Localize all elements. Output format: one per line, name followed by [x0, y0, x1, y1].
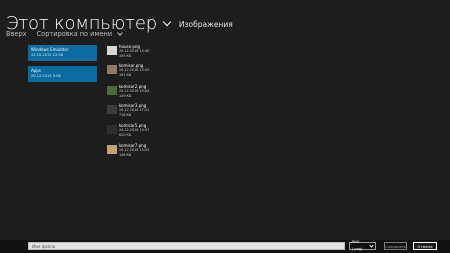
- image-thumbnail: [107, 105, 117, 114]
- toolbar: Вверх Сортировка по имени: [6, 30, 123, 38]
- file-date: 29.12.2016 15:40: [119, 49, 150, 53]
- file-item[interactable]: komisar.png 24.12.2016 15:05 192 КБ: [107, 63, 167, 79]
- sort-label: Сортировка по имени: [36, 30, 113, 38]
- file-date: 24.12.2016 15:05: [119, 68, 150, 72]
- chevron-down-icon[interactable]: [162, 17, 172, 27]
- image-thumbnail: [107, 46, 117, 55]
- file-item[interactable]: komisar2.png 24.12.2016 15:04 149 КБ: [107, 84, 167, 100]
- file-date: 24.12.2016 15:04: [119, 89, 150, 93]
- file-size: 718 КБ: [119, 113, 132, 117]
- file-size: 192 КБ: [119, 73, 132, 77]
- file-item[interactable]: komisar3.png 24.12.2016 17:21 718 КБ: [107, 103, 167, 119]
- save-button[interactable]: Сохранить: [384, 242, 407, 250]
- file-size: 195 КБ: [119, 54, 132, 58]
- location-date: 22.10.2015 12:06: [31, 53, 64, 57]
- location-tile-apps[interactable]: Apps 29.12.2015 9:08: [28, 66, 97, 82]
- location-name: Apps: [31, 68, 41, 73]
- location-tile-windows-emulator[interactable]: Windows Emulator 22.10.2015 12:06: [28, 45, 97, 61]
- location-name: Windows Emulator: [31, 47, 69, 52]
- bottom-bar: Имя файла PNG (.png) Сохранить Отмена: [0, 240, 450, 253]
- file-item[interactable]: komisar7.png 24.12.2016 15:03 148 КБ: [107, 143, 167, 159]
- file-date: 24.12.2016 15:07: [119, 128, 150, 132]
- file-type-select[interactable]: PNG (.png): [349, 240, 376, 251]
- location-date: 29.12.2015 9:08: [31, 74, 61, 78]
- current-folder-label: Изображения: [178, 20, 233, 29]
- image-thumbnail: [107, 125, 117, 134]
- chevron-down-icon: [369, 243, 374, 248]
- cancel-button[interactable]: Отмена: [413, 242, 437, 250]
- image-thumbnail: [107, 65, 117, 74]
- file-item[interactable]: komisar5.png 24.12.2016 15:07 620 КБ: [107, 123, 167, 139]
- filename-input[interactable]: Имя файла: [28, 242, 345, 250]
- sort-button[interactable]: Сортировка по имени: [37, 30, 123, 38]
- file-type-label: PNG (.png): [352, 240, 363, 251]
- file-date: 24.12.2016 15:03: [119, 148, 150, 152]
- file-date: 24.12.2016 17:21: [119, 108, 150, 112]
- chevron-down-icon: [117, 30, 123, 36]
- image-thumbnail: [107, 145, 117, 154]
- file-item[interactable]: house.png 29.12.2016 15:40 195 КБ: [107, 44, 167, 60]
- file-size: 149 КБ: [119, 94, 132, 98]
- file-size: 148 КБ: [119, 153, 132, 157]
- up-button[interactable]: Вверх: [6, 30, 27, 38]
- file-size: 620 КБ: [119, 133, 132, 137]
- image-thumbnail: [107, 86, 117, 95]
